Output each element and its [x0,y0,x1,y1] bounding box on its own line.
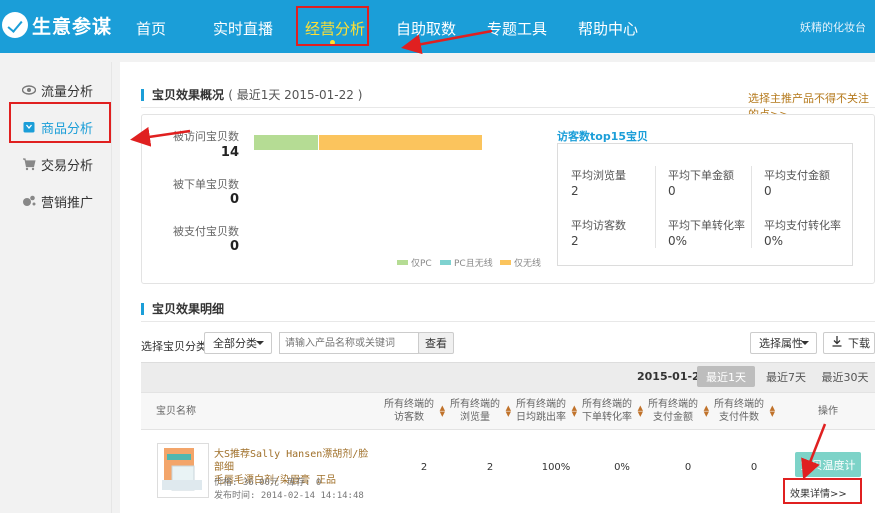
arrow-to-nav [401,29,493,55]
arrow-to-details [801,423,827,480]
arrow-to-sidebar [130,126,191,147]
annotation-arrows [130,29,827,480]
